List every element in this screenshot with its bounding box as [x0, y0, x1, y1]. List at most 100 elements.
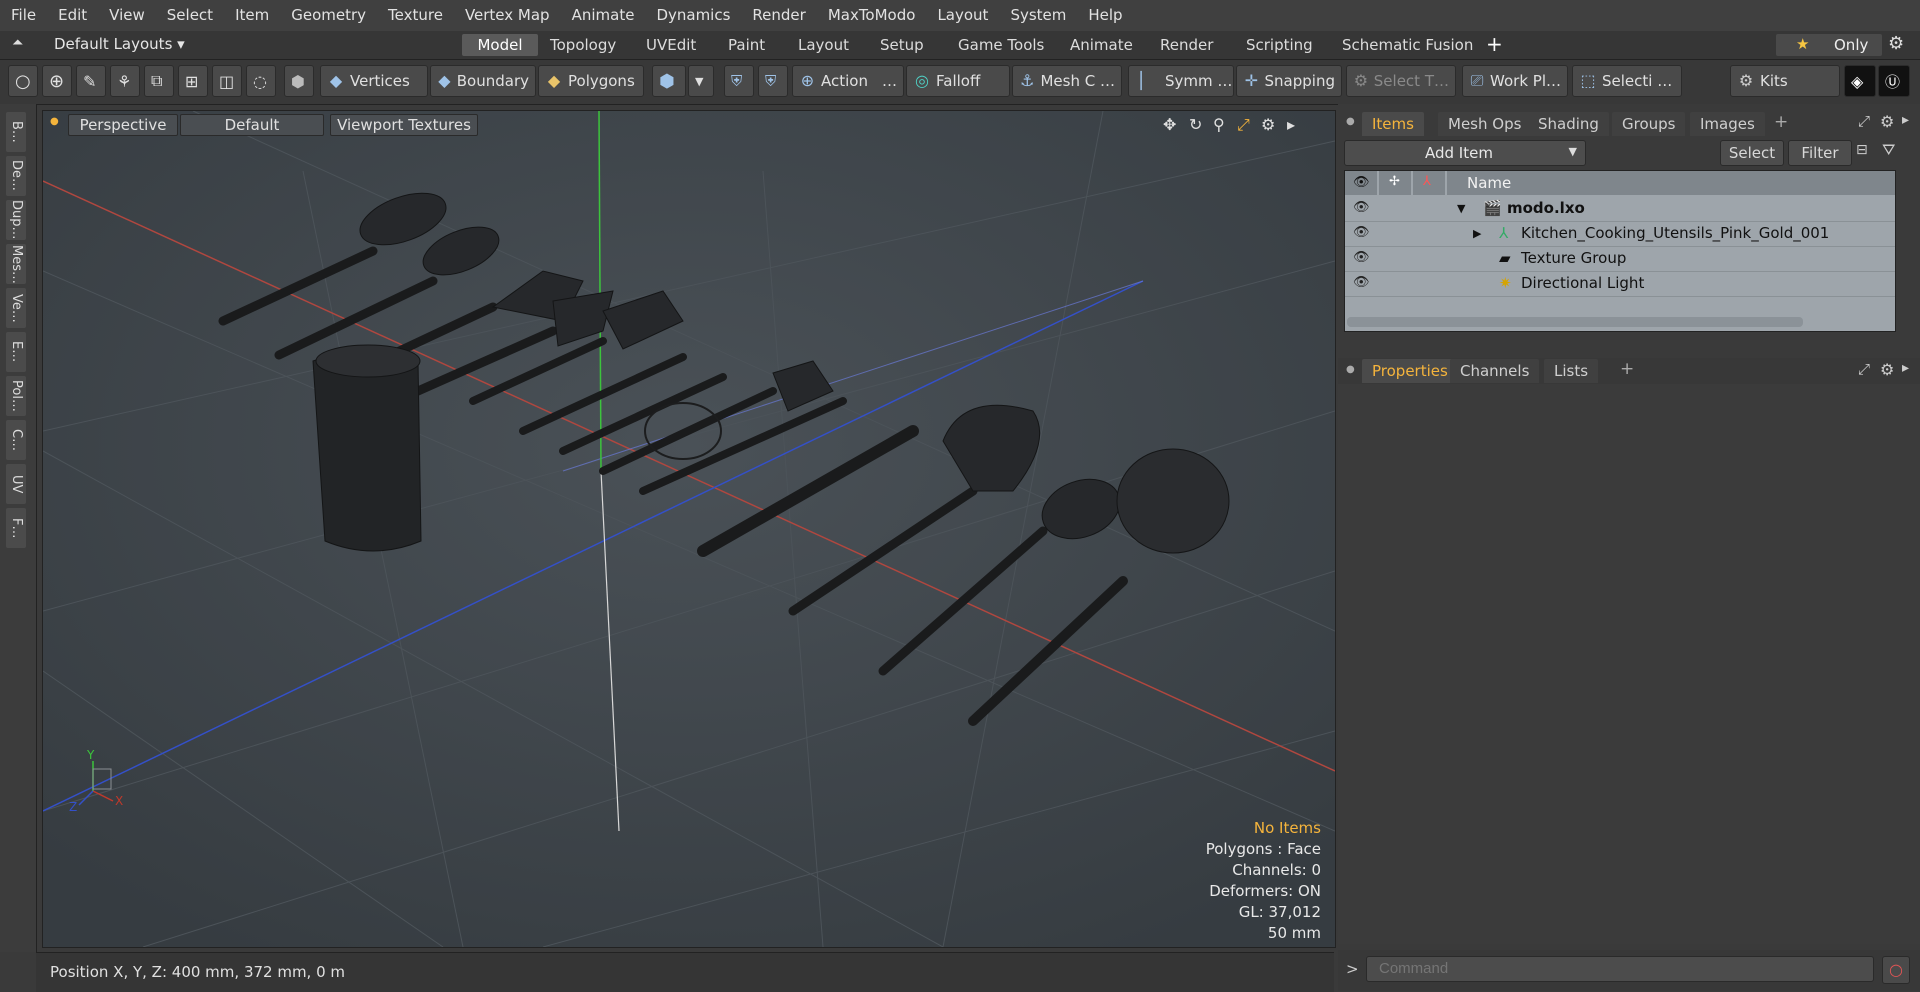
tab-channels[interactable]: Channels [1450, 359, 1540, 383]
tab-lists[interactable]: Lists [1544, 359, 1599, 383]
default-layouts-dropdown[interactable]: Default Layouts ▾ [54, 35, 185, 53]
only-button[interactable]: ★ Only [1776, 34, 1882, 56]
col-visibility[interactable]: 👁 [1345, 171, 1377, 195]
select-button[interactable]: Select [1720, 140, 1784, 166]
shield-button-1[interactable]: ⛨ [724, 65, 754, 97]
tab-model[interactable]: Model [462, 34, 538, 56]
menu-texture[interactable]: Texture [377, 0, 454, 31]
panel-menu-dot[interactable]: ● [1346, 116, 1355, 127]
tab-setup[interactable]: Setup [872, 34, 932, 56]
sphere-button[interactable]: ◌ [246, 65, 276, 97]
tab-topology[interactable]: Topology [542, 34, 624, 56]
funnel-icon[interactable]: ⛛ [1882, 140, 1895, 160]
tab-game-tools[interactable]: Game Tools [950, 34, 1052, 56]
menu-file[interactable]: File [0, 0, 47, 31]
tab-uv[interactable]: UV [6, 464, 26, 504]
list-item-mesh[interactable]: 👁 ▶ ⅄ Kitchen_Cooking_Utensils_Pink_Gold… [1345, 221, 1895, 247]
unity-button[interactable]: ◈ [1844, 65, 1876, 97]
tab-curve[interactable]: C… [6, 420, 26, 460]
tab-scripting[interactable]: Scripting [1238, 34, 1321, 56]
brush-button[interactable]: ⚘ [110, 65, 140, 97]
pen-button[interactable]: ✎ [76, 65, 106, 97]
panel-gear-icon[interactable]: ⚙ [1880, 360, 1894, 379]
boundary-button[interactable]: ◆ Boundary [430, 65, 536, 97]
expand-panel-icon[interactable]: ⤢ [1858, 360, 1870, 378]
tab-animate[interactable]: Animate [1062, 34, 1141, 56]
select-through-button[interactable]: ⚙ Select T… [1346, 65, 1456, 97]
shading-default-button[interactable]: Default [180, 114, 324, 136]
menu-edit[interactable]: Edit [47, 0, 98, 31]
tab-images[interactable]: Images [1690, 112, 1765, 136]
vertices-button[interactable]: ◆ Vertices [320, 65, 428, 97]
tab-polygon[interactable]: Pol… [6, 376, 26, 416]
tab-basic[interactable]: B… [6, 112, 26, 152]
menu-view[interactable]: View [98, 0, 156, 31]
mesh-constraint-button[interactable]: ⚓ Mesh C … [1012, 65, 1122, 97]
tab-edge[interactable]: E… [6, 332, 26, 372]
tab-items[interactable]: Items [1362, 112, 1424, 136]
collapse-list-icon[interactable]: ⊟ [1856, 142, 1868, 158]
col-lock[interactable]: ✢ [1379, 171, 1411, 195]
panel-menu-dot[interactable]: ● [1346, 364, 1355, 375]
menu-animate[interactable]: Animate [561, 0, 646, 31]
globe-button[interactable]: ⊕ [42, 65, 72, 97]
collapse-icon[interactable]: ⏶ [12, 35, 23, 51]
panel-more-icon[interactable]: ▸ [1902, 360, 1909, 376]
filter-button[interactable]: Filter [1788, 140, 1852, 166]
tab-layout[interactable]: Layout [790, 34, 857, 56]
link-button[interactable]: ⧉ [144, 65, 174, 97]
eye-icon[interactable]: 👁 [1353, 201, 1371, 215]
menu-vertex-map[interactable]: Vertex Map [454, 0, 561, 31]
polygons-button[interactable]: ◆ Polygons [538, 65, 644, 97]
tab-render[interactable]: Render [1152, 34, 1221, 56]
work-plane-button[interactable]: ⎚ Work Pl… [1462, 65, 1568, 97]
tab-fusion[interactable]: F… [6, 508, 26, 548]
menu-dynamics[interactable]: Dynamics [645, 0, 741, 31]
tab-properties[interactable]: Properties [1362, 359, 1458, 383]
item-list-scrollbar[interactable] [1347, 317, 1803, 327]
material-button[interactable]: ⬢ [652, 65, 686, 97]
action-button[interactable]: ⊕ Action… [792, 65, 904, 97]
kits-button[interactable]: ⚙ Kits [1730, 65, 1840, 97]
record-icon[interactable]: ○ [1882, 956, 1910, 984]
tab-uvedit[interactable]: UVEdit [638, 34, 704, 56]
expand-triangle-icon[interactable]: ▼ [1457, 196, 1465, 221]
tab-vertex[interactable]: Ve… [6, 288, 26, 328]
item-mode-button[interactable]: ⬢ [284, 65, 314, 97]
add-panel-tab-button[interactable]: + [1774, 112, 1788, 132]
shield-button-2[interactable]: ⛨ [758, 65, 788, 97]
viewport-menu-dot[interactable]: ● [50, 116, 59, 127]
menu-item[interactable]: Item [224, 0, 280, 31]
menu-help[interactable]: Help [1077, 0, 1133, 31]
eye-icon[interactable]: 👁 [1353, 226, 1371, 240]
tab-groups[interactable]: Groups [1612, 112, 1686, 136]
menu-layout[interactable]: Layout [926, 0, 999, 31]
menu-system[interactable]: System [999, 0, 1077, 31]
symmetry-button[interactable]: ⎪ Symm … [1128, 65, 1234, 97]
add-panel-tab-button[interactable]: + [1620, 359, 1634, 379]
frame-button[interactable]: ◫ [212, 65, 242, 97]
tab-shading[interactable]: Shading [1528, 112, 1609, 136]
unreal-button[interactable]: Ⓤ [1878, 65, 1910, 97]
expand-triangle-icon[interactable]: ▶ [1473, 221, 1481, 246]
tab-schematic-fusion[interactable]: Schematic Fusion [1334, 34, 1481, 56]
panel-more-icon[interactable]: ▸ [1902, 112, 1909, 128]
add-item-dropdown[interactable]: Add Item ▼ [1344, 140, 1586, 166]
menu-render[interactable]: Render [741, 0, 816, 31]
tab-deform[interactable]: De… [6, 156, 26, 196]
add-tab-button[interactable]: + [1486, 32, 1503, 56]
command-input[interactable] [1366, 956, 1874, 982]
menu-maxtomodo[interactable]: MaxToModo [817, 0, 927, 31]
grid-button[interactable]: ⊞ [178, 65, 208, 97]
3d-viewport[interactable]: Y X Z ✥ ↻ ⚲ ⤢ ⚙ ▸ No Items Polygons : Fa… [42, 110, 1336, 948]
menu-select[interactable]: Select [156, 0, 224, 31]
eye-icon[interactable]: 👁 [1353, 251, 1371, 265]
menu-geometry[interactable]: Geometry [280, 0, 377, 31]
viewport-textures-button[interactable]: Viewport Textures [330, 114, 478, 136]
list-item-scene[interactable]: 👁 ▼ 🎬 modo.lxo [1345, 196, 1895, 222]
expand-panel-icon[interactable]: ⤢ [1858, 112, 1870, 130]
perspective-button[interactable]: Perspective [68, 114, 178, 136]
col-name[interactable]: Name [1447, 171, 1895, 195]
list-item-light[interactable]: 👁 ✷ Directional Light [1345, 271, 1895, 297]
col-type[interactable]: ⅄ [1413, 171, 1445, 195]
